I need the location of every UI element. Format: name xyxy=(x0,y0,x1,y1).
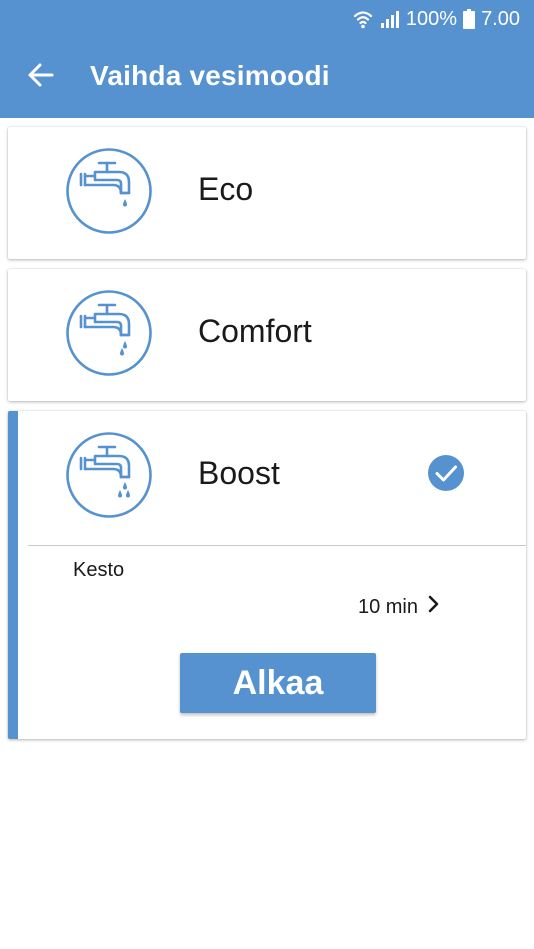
battery-percent: 100% xyxy=(405,7,458,30)
check-circle-icon xyxy=(428,455,464,491)
mode-card-eco[interactable]: Eco xyxy=(8,127,526,259)
faucet-icon xyxy=(65,147,153,235)
faucet-icon xyxy=(65,289,153,377)
mode-card-comfort[interactable]: Comfort xyxy=(8,269,526,401)
app-bar: 100% 7.00 Vaihda vesimoodi xyxy=(0,0,534,118)
mode-label-comfort: Comfort xyxy=(198,313,312,349)
duration-label: Kesto xyxy=(73,559,125,581)
start-button[interactable]: Alkaa xyxy=(180,653,376,713)
status-bar: 100% 7.00 xyxy=(352,6,520,32)
page-title: Vaihda vesimoodi xyxy=(90,60,330,91)
signal-icon xyxy=(380,9,400,29)
clock: 7.00 xyxy=(481,7,520,30)
chevron-right-icon xyxy=(428,595,440,619)
battery-icon xyxy=(463,9,476,29)
wifi-icon xyxy=(352,8,374,30)
duration-selector[interactable]: 10 min xyxy=(358,595,440,619)
mode-card-boost: Boost Kesto 10 min Alkaa xyxy=(8,411,526,739)
mode-option-boost[interactable]: Boost xyxy=(18,411,526,543)
divider xyxy=(28,545,526,546)
mode-label-boost: Boost xyxy=(198,455,280,491)
mode-label-eco: Eco xyxy=(198,171,254,207)
arrow-left-icon xyxy=(27,61,55,94)
mode-option-comfort[interactable]: Comfort xyxy=(8,269,526,401)
faucet-icon xyxy=(65,431,153,519)
mode-option-eco[interactable]: Eco xyxy=(8,127,526,259)
back-button[interactable] xyxy=(22,58,60,96)
duration-value: 10 min xyxy=(357,595,418,618)
